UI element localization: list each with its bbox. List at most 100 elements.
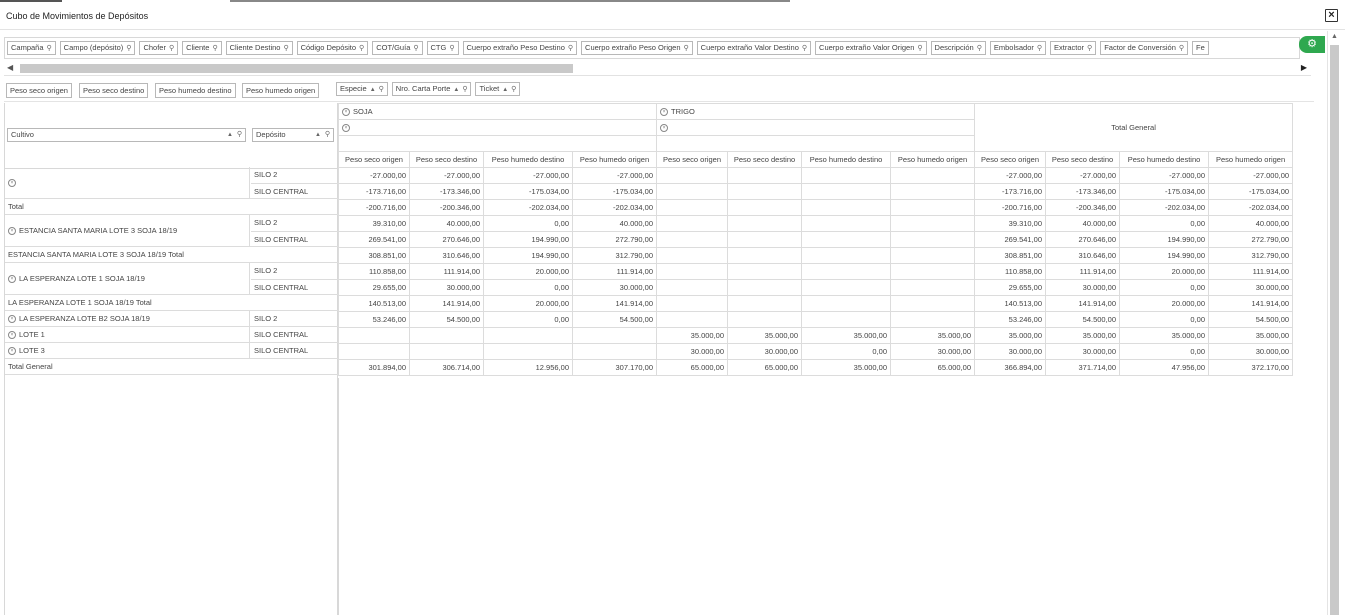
funnel-icon[interactable]: ⚲ [1037, 45, 1042, 52]
scroll-thumb[interactable] [20, 64, 573, 73]
filter-field-chip[interactable]: COT/Guía ⚲ [372, 41, 423, 55]
column-group-header[interactable]: × SOJA [337, 103, 658, 120]
funnel-icon[interactable]: ⚲ [169, 45, 174, 52]
scroll-right-icon[interactable]: ▶ [1301, 63, 1307, 72]
column-subgroup-header[interactable]: × [337, 119, 658, 136]
measure-header[interactable]: Peso seco origen [974, 151, 1047, 168]
filter-field-chip[interactable]: Embolsador ⚲ [989, 41, 1047, 55]
filter-field-chip[interactable]: CTG ⚲ [426, 41, 459, 55]
filter-field-chip[interactable]: Chofer ⚲ [139, 41, 179, 55]
filter-field-chip[interactable]: Extractor ⚲ [1050, 41, 1097, 55]
data-field-chip[interactable]: Peso humedo destino [155, 83, 236, 98]
measure-header[interactable]: Peso humedo destino [483, 151, 573, 168]
measure-header[interactable]: Peso humedo origen [1208, 151, 1294, 168]
deposito-cell[interactable]: SILO CENTRAL [251, 279, 338, 295]
cultivo-cell[interactable]: × LOTE 3 [5, 343, 250, 358]
filter-field-chip[interactable]: Fe [1192, 41, 1209, 55]
cultivo-cell[interactable]: × LA ESPERANZA LOTE B2 SOJA 18/19 [5, 311, 250, 326]
funnel-icon[interactable]: ⚲ [977, 45, 982, 52]
filter-field-chip[interactable]: Código Depósito ⚲ [296, 41, 369, 55]
filter-field-chip[interactable]: Cliente ⚲ [182, 41, 222, 55]
filter-field-chip[interactable]: Cuerpo extraño Valor Origen ⚲ [815, 41, 927, 55]
filter-field-chip[interactable]: Factor de Conversión ⚲ [1100, 41, 1189, 55]
data-field-chip[interactable]: Peso seco origen [6, 83, 72, 98]
column-field-chip[interactable]: Especie ▲ ⚲ [336, 82, 388, 96]
collapse-circle-icon[interactable]: × [8, 179, 16, 188]
collapse-circle-icon[interactable]: × [660, 108, 669, 116]
funnel-icon[interactable]: ⚲ [47, 45, 52, 52]
deposito-cell[interactable]: SILO 2 [251, 263, 338, 279]
measure-header[interactable]: Peso humedo destino [1119, 151, 1210, 168]
cultivo-cell[interactable]: × LOTE 1 [5, 327, 250, 342]
collapse-circle-icon[interactable]: × [8, 227, 16, 236]
sort-asc-icon[interactable]: ▲ [453, 87, 459, 93]
deposito-cell[interactable]: SILO CENTRAL [251, 327, 338, 343]
funnel-icon[interactable]: ⚲ [568, 45, 573, 52]
funnel-icon[interactable]: ⚲ [283, 45, 288, 52]
filter-field-chip[interactable]: Campo (depósito) ⚲ [59, 41, 136, 55]
scroll-left-icon[interactable]: ◀ [7, 63, 13, 72]
funnel-icon[interactable]: ⚲ [511, 86, 516, 93]
deposito-cell[interactable]: SILO CENTRAL [251, 343, 338, 359]
funnel-icon[interactable]: ⚲ [917, 45, 922, 52]
cultivo-cell[interactable]: ESTANCIA SANTA MARIA LOTE 3 SOJA 18/19 T… [5, 247, 338, 262]
row-field-chip-cultivo[interactable]: Cultivo ▲ ⚲ [7, 128, 246, 142]
column-group-header[interactable]: × TRIGO [656, 103, 976, 120]
funnel-icon[interactable]: ⚲ [212, 45, 217, 52]
cultivo-cell[interactable]: × LA ESPERANZA LOTE 1 SOJA 18/19 [5, 263, 250, 294]
cultivo-cell[interactable]: × ESTANCIA SANTA MARIA LOTE 3 SOJA 18/19 [5, 215, 250, 246]
cultivo-cell[interactable]: LA ESPERANZA LOTE 1 SOJA 18/19 Total [5, 295, 338, 310]
pivot-settings-icon[interactable]: ⚙ [1299, 36, 1325, 53]
collapse-circle-icon[interactable]: × [342, 124, 350, 132]
vertical-scrollbar[interactable]: ▲ [1327, 31, 1341, 615]
funnel-icon[interactable]: ⚲ [1179, 45, 1184, 52]
funnel-icon[interactable]: ⚲ [684, 45, 689, 52]
collapse-circle-icon[interactable]: × [8, 275, 16, 284]
sort-asc-icon[interactable]: ▲ [370, 87, 376, 93]
deposito-cell[interactable]: SILO CENTRAL [251, 183, 338, 199]
sort-asc-icon[interactable]: ▲ [227, 129, 233, 141]
close-icon[interactable]: × [1325, 9, 1338, 22]
funnel-icon[interactable]: ⚲ [237, 129, 242, 141]
filter-field-chip[interactable]: Cliente Destino ⚲ [225, 41, 293, 55]
cultivo-cell[interactable]: Total [5, 199, 338, 214]
measure-header[interactable]: Peso humedo origen [890, 151, 976, 168]
measure-header[interactable]: Peso seco destino [409, 151, 484, 168]
filter-field-chip[interactable]: Descripción ⚲ [930, 41, 986, 55]
sort-asc-icon[interactable]: ▲ [502, 87, 508, 93]
deposito-cell[interactable]: SILO 2 [251, 311, 338, 327]
cultivo-cell[interactable]: × [5, 167, 250, 198]
funnel-icon[interactable]: ⚲ [325, 129, 330, 141]
filter-field-chip[interactable]: Cuerpo extraño Valor Destino ⚲ [696, 41, 812, 55]
column-field-chip[interactable]: Nro. Carta Porte ▲ ⚲ [391, 82, 472, 96]
funnel-icon[interactable]: ⚲ [462, 86, 467, 93]
measure-header[interactable]: Peso seco origen [338, 151, 410, 168]
deposito-cell[interactable]: SILO 2 [251, 167, 338, 183]
data-field-chip[interactable]: Peso humedo origen [242, 83, 320, 98]
sort-asc-icon[interactable]: ▲ [315, 129, 321, 141]
deposito-cell[interactable]: SILO 2 [251, 215, 338, 231]
funnel-icon[interactable]: ⚲ [413, 45, 418, 52]
scroll-up-icon[interactable]: ▲ [1331, 33, 1338, 40]
measure-header[interactable]: Peso seco destino [727, 151, 803, 168]
measure-header[interactable]: Peso humedo origen [571, 151, 658, 168]
deposito-cell[interactable]: SILO CENTRAL [251, 231, 338, 247]
funnel-icon[interactable]: ⚲ [379, 86, 384, 93]
vertical-scroll-thumb[interactable] [1330, 45, 1339, 615]
data-field-chip[interactable]: Peso seco destino [79, 83, 149, 98]
funnel-icon[interactable]: ⚲ [126, 45, 131, 52]
collapse-circle-icon[interactable]: × [8, 331, 16, 340]
collapse-circle-icon[interactable]: × [8, 347, 16, 356]
filter-field-chip[interactable]: Cuerpo extraño Peso Origen ⚲ [581, 41, 693, 55]
funnel-icon[interactable]: ⚲ [359, 45, 364, 52]
measure-header[interactable]: Peso seco origen [656, 151, 729, 168]
funnel-icon[interactable]: ⚲ [1087, 45, 1092, 52]
column-field-chip[interactable]: Ticket ▲ ⚲ [475, 82, 521, 96]
row-field-chip-deposito[interactable]: Depósito ▲ ⚲ [252, 128, 334, 142]
filter-field-chip[interactable]: Campaña ⚲ [7, 41, 56, 55]
filter-field-chip[interactable]: Cuerpo extraño Peso Destino ⚲ [462, 41, 578, 55]
column-subgroup-header[interactable]: × [656, 119, 976, 136]
collapse-circle-icon[interactable]: × [8, 315, 16, 324]
horizontal-scrollbar[interactable]: ◀ ▶ [4, 62, 1311, 76]
cultivo-cell[interactable]: Total General [5, 359, 338, 374]
